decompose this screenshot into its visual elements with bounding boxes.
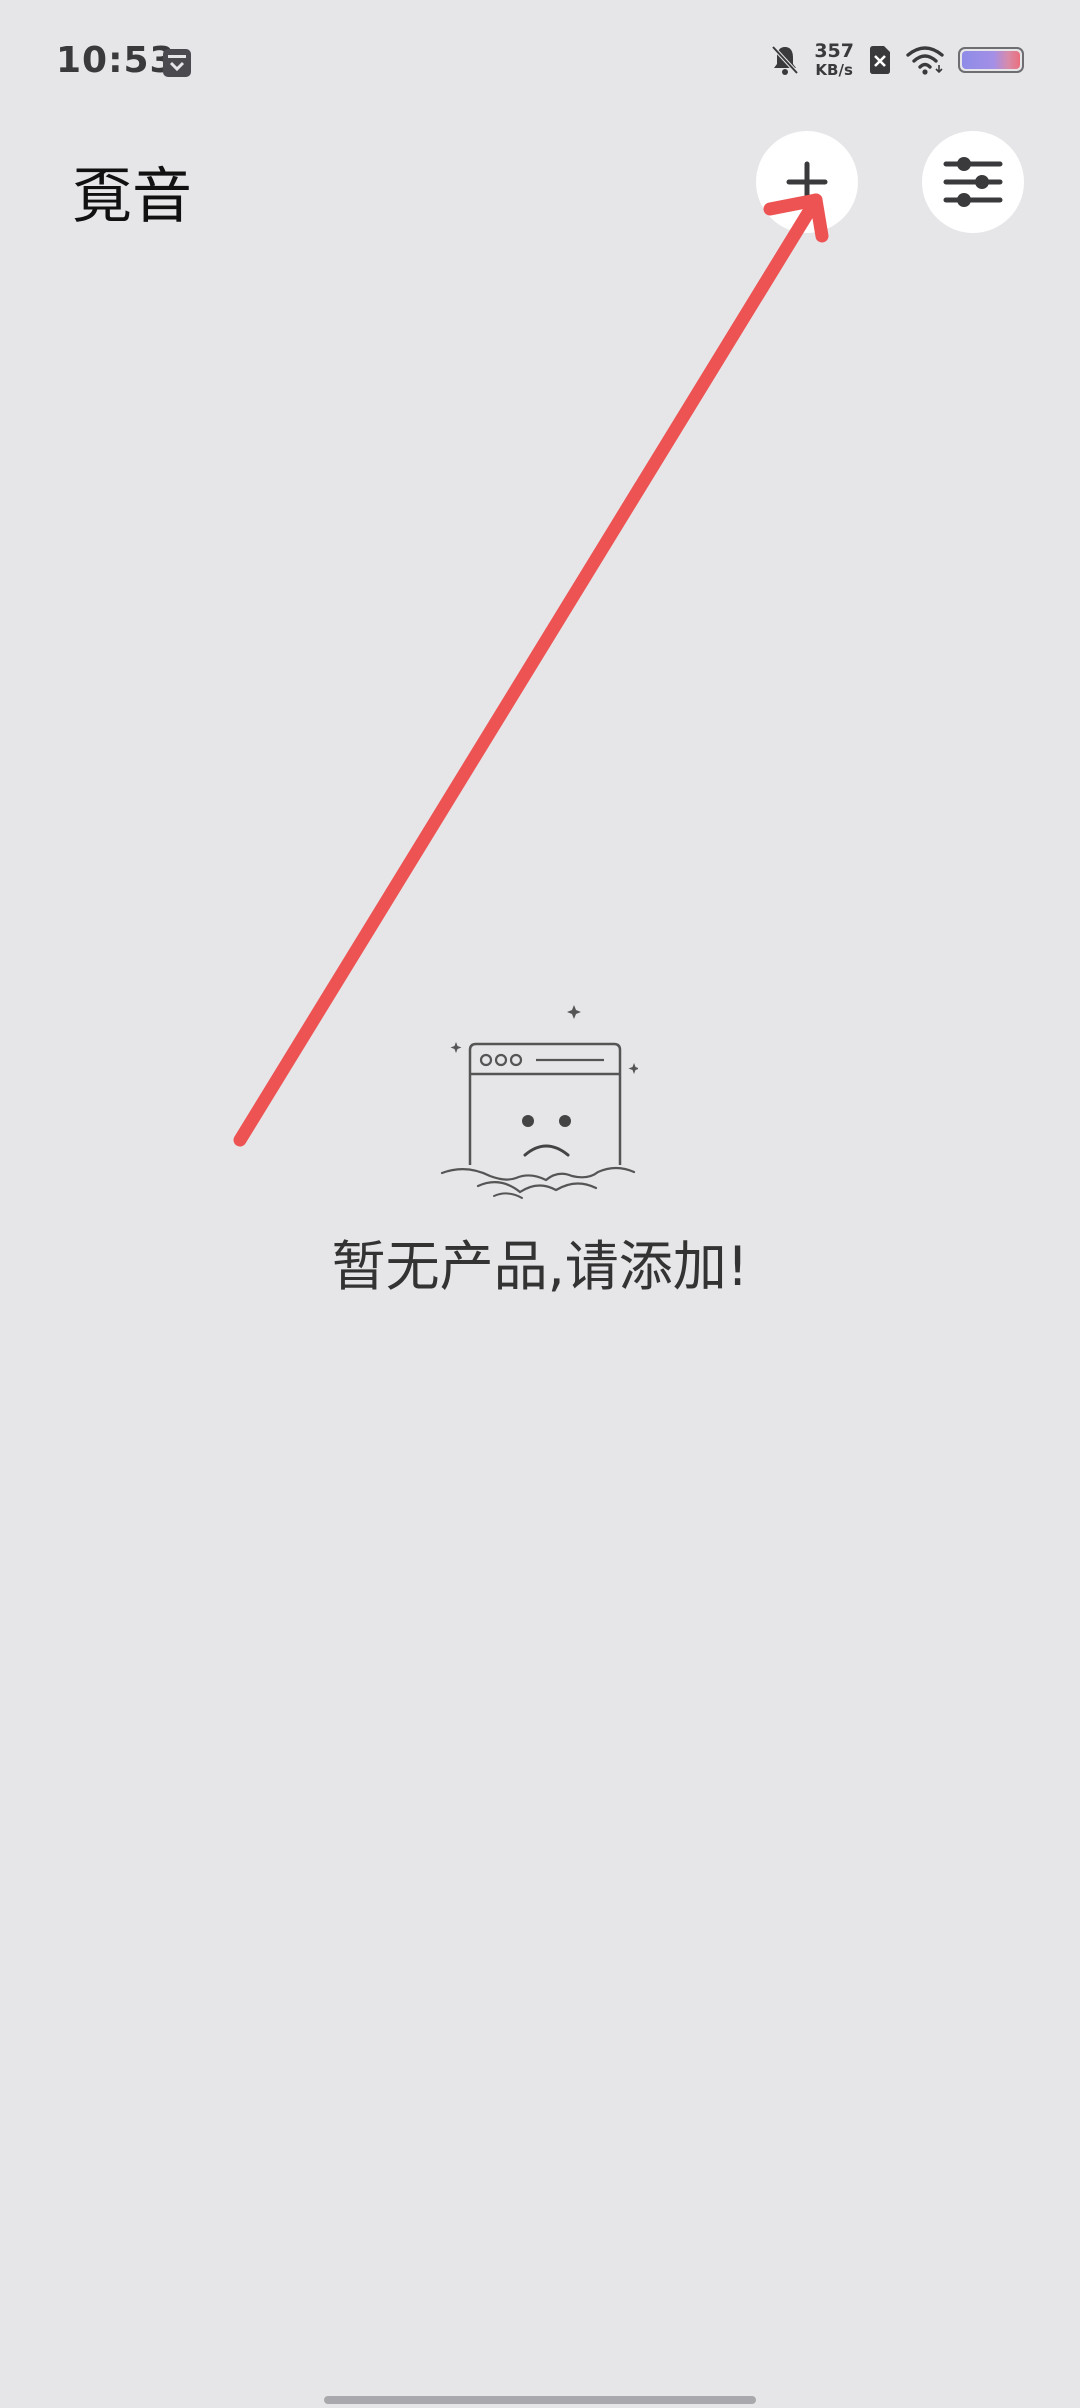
battery-icon xyxy=(958,47,1024,73)
status-icons: 357 KB/s xyxy=(770,40,1024,80)
status-bar: 10:53 357 KB/s xyxy=(0,0,1080,120)
sim-disabled-icon xyxy=(870,46,890,74)
status-time: 10:53 xyxy=(56,40,176,81)
net-speed-unit: KB/s xyxy=(815,61,853,79)
sliders-icon xyxy=(943,157,1003,207)
bell-muted-icon xyxy=(771,45,799,75)
annotation-arrow-shaft xyxy=(233,193,823,1147)
wifi-icon xyxy=(906,46,944,75)
net-speed-value: 357 xyxy=(814,40,854,62)
plus-icon xyxy=(786,161,828,203)
net-speed: 357 KB/s xyxy=(814,42,854,78)
add-product-button[interactable] xyxy=(756,131,858,233)
screen: 10:53 357 KB/s 覔音 暂无产品,请添加! xyxy=(0,0,1080,2408)
battery-level xyxy=(962,51,1020,69)
home-indicator[interactable] xyxy=(324,2396,756,2404)
calendar-icon xyxy=(163,49,191,77)
settings-button[interactable] xyxy=(922,131,1024,233)
page-title: 覔音 xyxy=(72,162,192,232)
empty-state-illustration xyxy=(440,1005,638,1199)
empty-state-message: 暂无产品,请添加! xyxy=(331,1235,749,1298)
